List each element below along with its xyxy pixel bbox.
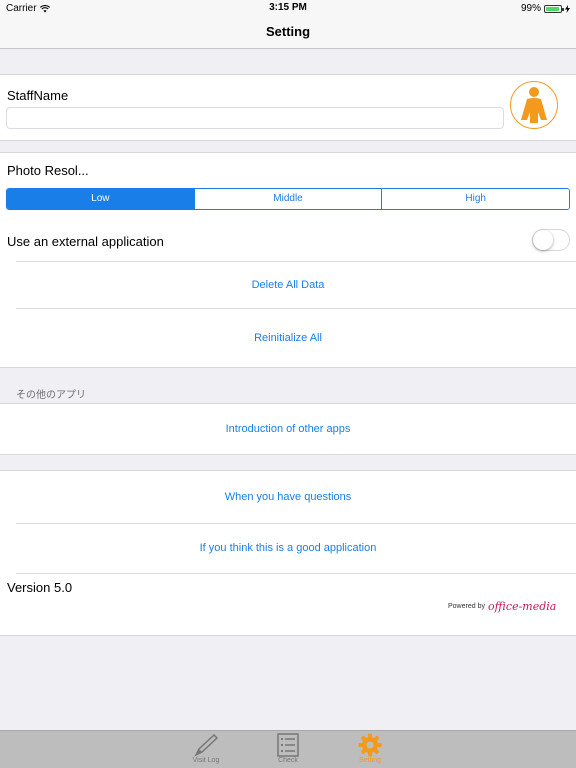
navigation-bar: Setting [0, 16, 576, 49]
divider [16, 523, 576, 524]
external-app-label: Use an external application [7, 234, 164, 249]
tab-label: Setting [359, 757, 381, 764]
pencil-icon [194, 733, 219, 757]
segment-low[interactable]: Low [7, 189, 194, 209]
staff-name-label: StaffName [7, 88, 69, 103]
person-icon [521, 87, 547, 123]
staff-section: StaffName [0, 74, 576, 141]
powered-by-logo: Powered by office-media [448, 600, 556, 613]
divider [16, 573, 576, 574]
page-title: Setting [265, 24, 311, 39]
staff-name-input[interactable] [6, 107, 504, 129]
tab-label: Check [278, 757, 298, 764]
other-apps-section: Introduction of other apps [0, 403, 576, 455]
status-bar: Carrier 3:15 PM 99% [0, 0, 576, 16]
tab-visit-log[interactable]: Visit Log [176, 733, 236, 764]
good-application-button[interactable]: If you think this is a good application [0, 542, 576, 554]
segment-middle[interactable]: Middle [193, 189, 382, 209]
questions-button[interactable]: When you have questions [0, 491, 576, 503]
brand-logo: office-media [487, 600, 557, 613]
gear-icon [358, 733, 382, 757]
tab-setting[interactable]: Setting [340, 733, 400, 764]
checklist-icon [277, 733, 299, 757]
delete-all-data-button[interactable]: Delete All Data [0, 279, 576, 291]
divider [16, 261, 576, 262]
version-label: Version 5.0 [7, 580, 73, 595]
other-apps-header: その他のアプリ [16, 390, 86, 401]
tab-label: Visit Log [192, 757, 220, 764]
charging-icon [565, 4, 570, 13]
staff-avatar-button[interactable] [510, 81, 558, 129]
powered-by-label: Powered by [448, 603, 485, 610]
battery-icon [544, 4, 564, 13]
photo-resolution-control[interactable]: Low Middle High [6, 188, 570, 210]
reinitialize-all-button[interactable]: Reinitialize All [0, 332, 576, 344]
battery-indicator: 99% [521, 3, 570, 14]
photo-resolution-label: Photo Resol... [7, 163, 89, 178]
introduction-other-apps-button[interactable]: Introduction of other apps [0, 423, 576, 435]
divider [16, 308, 576, 309]
battery-percent: 99% [520, 3, 541, 14]
status-time: 3:15 PM [269, 2, 307, 13]
toggle-knob [533, 230, 553, 250]
photo-section: Photo Resol... Low Middle High Use an ex… [0, 152, 576, 368]
external-app-toggle[interactable] [532, 229, 570, 251]
tab-check[interactable]: Check [258, 733, 318, 764]
tab-bar: Visit Log Check Setting [0, 730, 576, 768]
segment-high[interactable]: High [381, 189, 569, 209]
